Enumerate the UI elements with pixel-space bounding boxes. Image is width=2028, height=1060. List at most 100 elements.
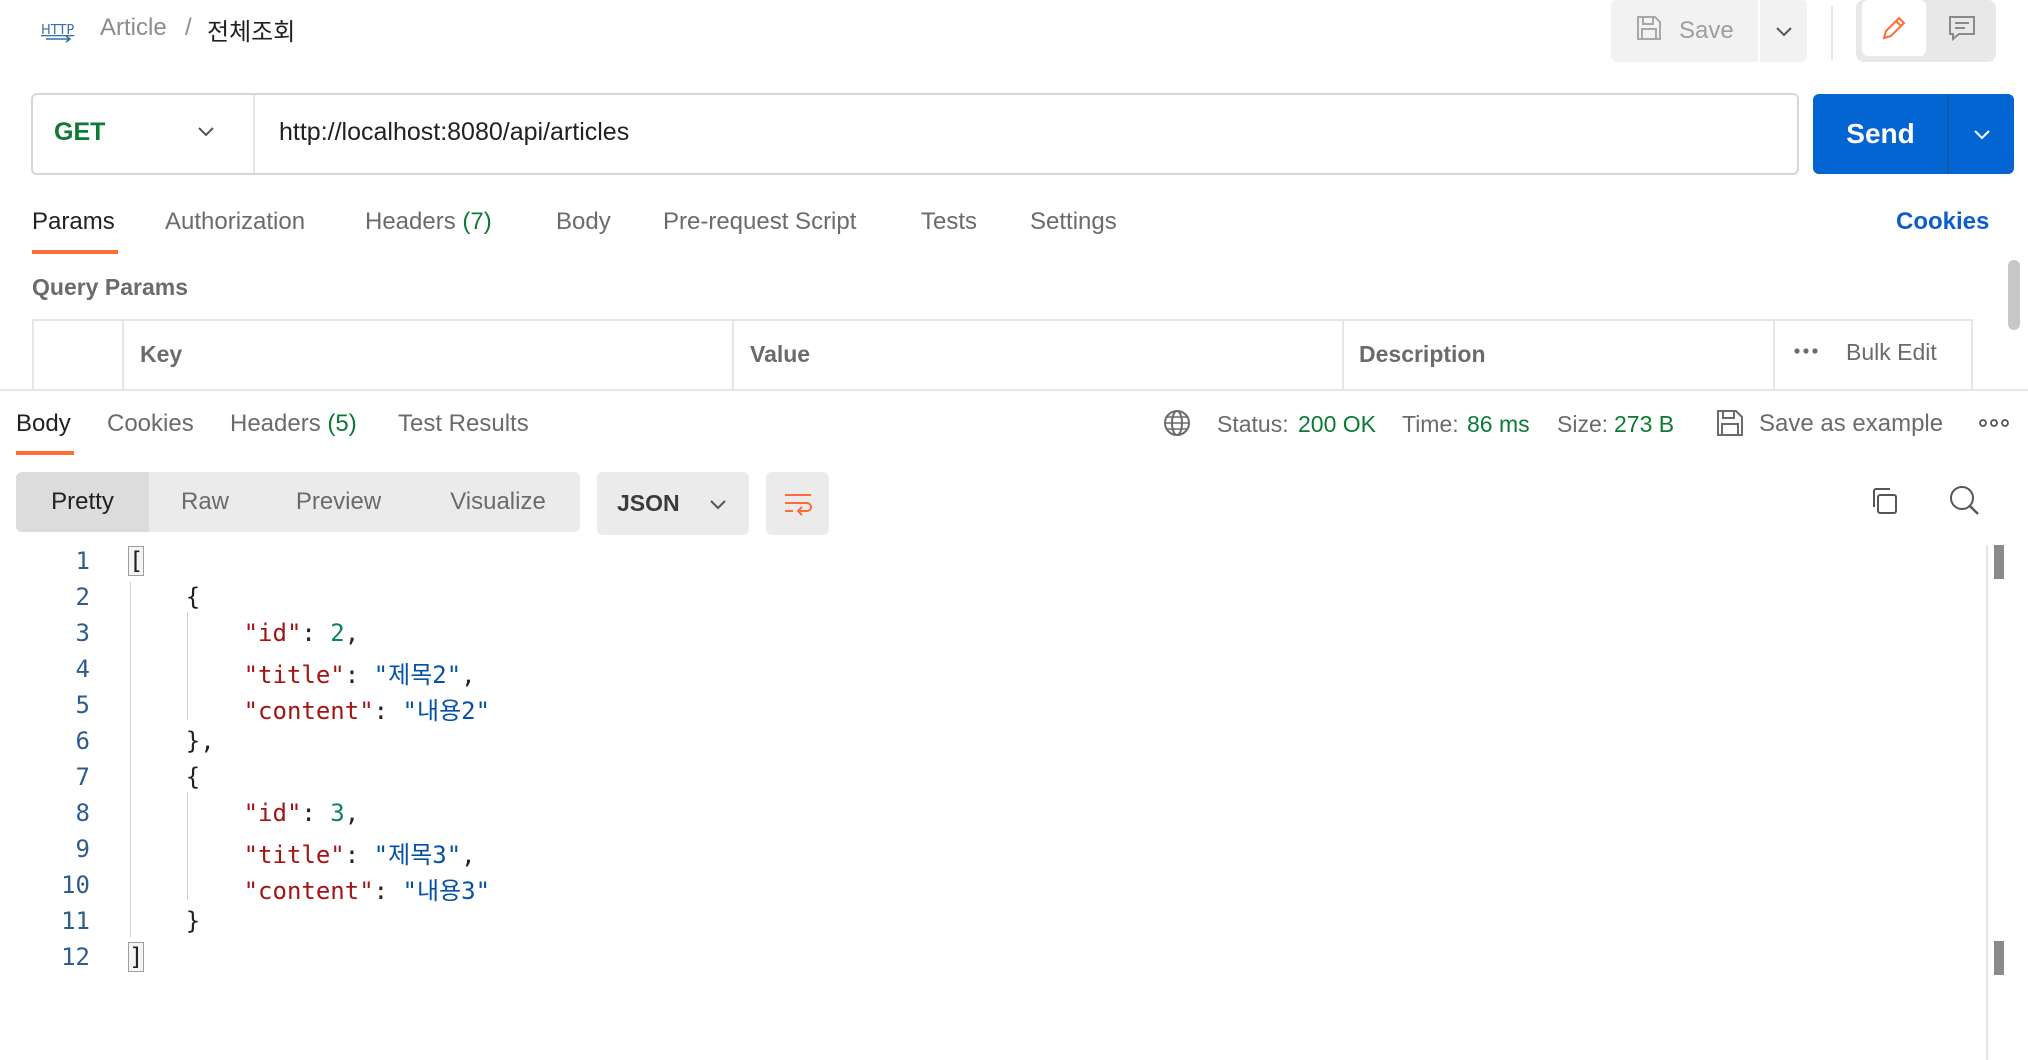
json-value-id: 3 [330,799,345,827]
tab-pre-request-script[interactable]: Pre-request Script [663,208,856,236]
bulk-edit-link[interactable]: Bulk Edit [1846,339,1937,366]
tab-settings[interactable]: Settings [1030,208,1117,236]
tab-test-results[interactable]: Test Results [398,410,529,438]
code-line: [ [128,546,145,576]
headers-count: (7) [462,208,492,235]
comment-icon [1949,16,1975,42]
wrap-lines-icon [784,493,812,516]
line-number: 1 [75,547,90,575]
save-options-button[interactable] [1760,0,1807,62]
json-value-id: 2 [330,619,345,647]
column-header-description: Description [1359,341,1486,367]
code-line: "title": "제목3", [243,841,476,869]
code-line: ] [128,942,145,972]
column-divider [1342,319,1344,389]
column-header-value: Value [750,341,811,367]
active-tab-indicator [32,250,118,254]
column-divider [732,319,734,389]
json-value-content: 내용2 [417,697,476,725]
size-label: Size: [1557,411,1609,437]
chevron-down-icon [1973,130,1990,140]
breadcrumb-separator: / [185,14,192,41]
view-pretty[interactable]: Pretty [16,472,149,532]
query-params-title: Query Params [32,274,188,300]
tab-body[interactable]: Body [556,208,611,236]
chevron-down-icon[interactable] [196,124,216,143]
request-title[interactable]: 전체조회 [207,12,295,47]
tab-response-cookies[interactable]: Cookies [107,410,194,438]
line-number: 8 [75,799,90,827]
code-line: "content": "내용2" [243,697,491,725]
more-options-icon[interactable] [1979,416,2009,434]
code-line: { [128,763,201,791]
code-line: { [128,583,201,611]
code-line: "title": "제목2", [243,661,476,689]
chevron-down-icon [709,499,726,509]
save-as-example-button[interactable]: Save as example [1759,410,1943,438]
scroll-marker [1994,545,2004,579]
http-icon: HTTP [40,14,76,44]
line-number: 10 [61,871,90,899]
line-number: 12 [61,943,90,971]
json-value-content: 내용3 [417,877,476,905]
size-value[interactable]: 273 B [1614,411,1674,438]
line-number: 5 [75,691,90,719]
line-number: 7 [75,763,90,791]
cookies-link[interactable]: Cookies [1896,208,1989,236]
query-params-table [32,319,1973,389]
globe-icon[interactable] [1162,408,1192,443]
response-headers-count: (5) [327,410,357,437]
tab-response-headers[interactable]: Headers (5) [230,410,357,438]
column-divider [122,319,124,389]
send-button[interactable]: Send [1813,94,1948,174]
wrap-lines-button[interactable] [766,472,829,535]
code-line: "id": 2, [243,619,360,647]
more-options-icon[interactable] [1793,343,1819,361]
view-preview[interactable]: Preview [261,472,416,532]
save-icon [1635,14,1663,49]
code-scrollbar-track[interactable] [1986,545,1988,1060]
time-value[interactable]: 86 ms [1467,411,1530,438]
code-line: } [128,907,201,935]
tab-response-body[interactable]: Body [16,410,71,438]
json-value-title: 제목2 [388,661,447,689]
save-label: Save [1679,17,1734,44]
edit-mode-button[interactable] [1862,0,1926,56]
view-raw[interactable]: Raw [149,472,261,532]
url-input[interactable]: http://localhost:8080/api/articles [279,118,629,147]
line-number: 6 [75,727,90,755]
save-button[interactable]: Save [1611,0,1758,62]
tab-headers[interactable]: Headers (7) [365,208,492,236]
line-number: 3 [75,619,90,647]
status-label: Status: [1217,411,1289,437]
method-select[interactable]: GET [54,118,105,147]
request-scrollbar[interactable] [2008,260,2020,330]
chevron-down-icon [1775,27,1792,37]
copy-icon[interactable] [1869,486,1899,521]
code-line: "id": 3, [243,799,360,827]
tab-authorization[interactable]: Authorization [165,208,305,236]
pencil-icon [1882,16,1906,40]
line-number: 11 [61,907,90,935]
tab-params[interactable]: Params [32,208,115,236]
comments-button[interactable] [1930,0,1994,56]
send-options-button[interactable] [1949,94,2014,174]
line-number: 9 [75,835,90,863]
column-divider [1773,319,1775,389]
time-label: Time: [1402,411,1459,437]
active-tab-indicator [16,451,74,455]
format-select[interactable]: JSON [597,472,749,535]
line-number: 2 [75,583,90,611]
tab-tests[interactable]: Tests [921,208,977,236]
svg-text:HTTP: HTTP [41,23,74,38]
code-line: }, [128,727,215,755]
status-value[interactable]: 200 OK [1298,411,1376,438]
search-icon[interactable] [1948,484,1980,521]
breadcrumb-collection[interactable]: Article [100,14,167,42]
divider [253,95,255,173]
save-icon[interactable] [1715,408,1745,443]
divider [1831,6,1833,60]
format-label: JSON [617,490,680,516]
pane-divider[interactable] [0,389,2028,391]
view-visualize[interactable]: Visualize [416,472,580,532]
